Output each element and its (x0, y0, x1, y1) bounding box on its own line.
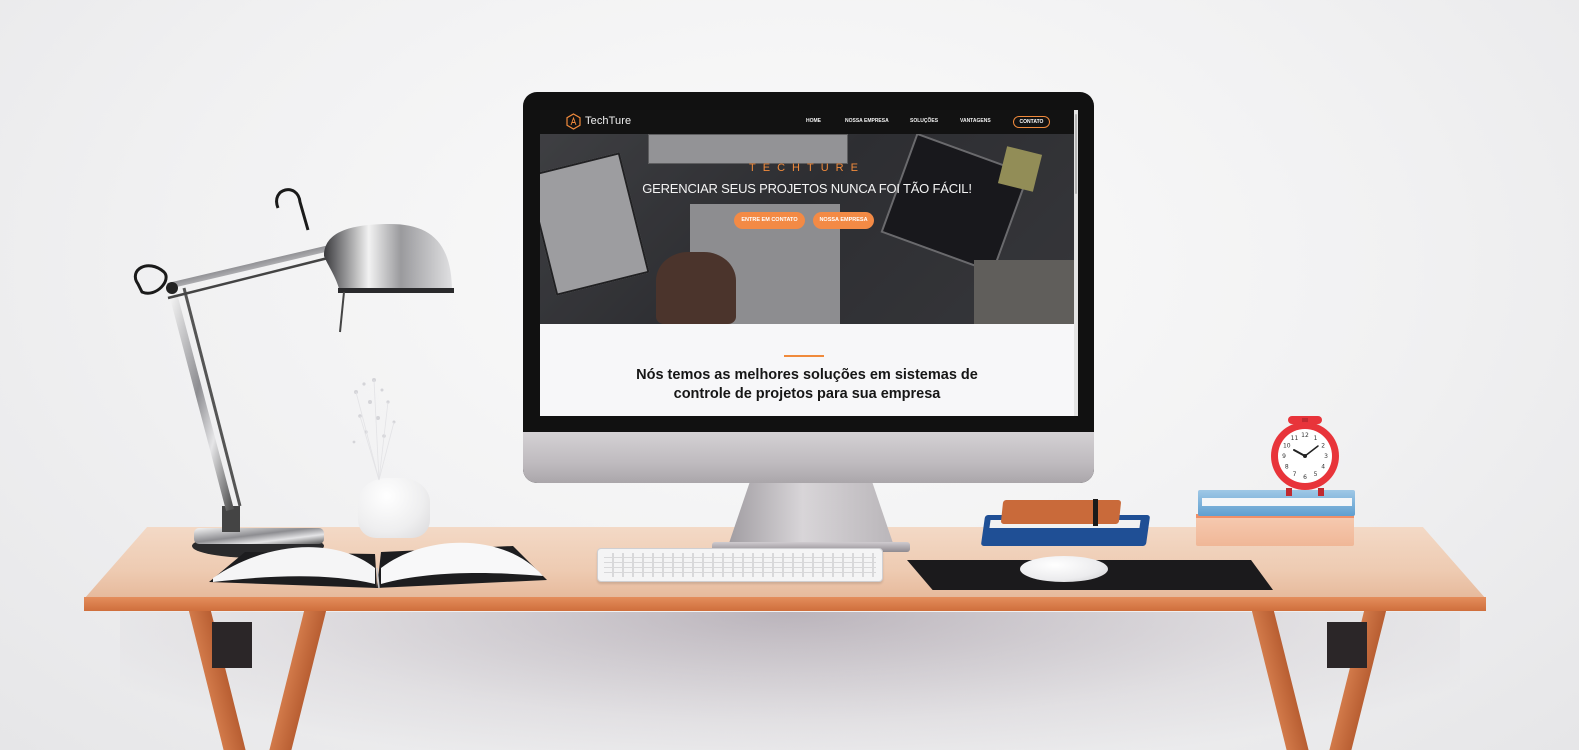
clock-numeral: 7 (1293, 471, 1297, 478)
desk-bracket-right (1327, 622, 1367, 668)
clock-numeral: 3 (1324, 453, 1328, 460)
clock-numeral: 5 (1314, 471, 1318, 478)
site-brand[interactable]: TechTure (585, 115, 631, 127)
hero-nossa-empresa-button[interactable]: NOSSA EMPRESA (813, 212, 874, 229)
alarm-clock: 12 12 3 45678 9 1011 (1271, 416, 1339, 496)
open-book (209, 542, 547, 589)
keyboard-keys (604, 553, 876, 577)
clock-numeral: 12 (1301, 432, 1309, 439)
blue-book-pages (1202, 498, 1352, 506)
clock-numeral: 2 (1321, 443, 1325, 450)
nav-nossa-empresa[interactable]: NOSSA EMPRESA (845, 118, 889, 124)
desk-edge (84, 597, 1486, 611)
clock-numeral: 8 (1285, 464, 1289, 471)
clock-numeral: 6 (1303, 474, 1307, 481)
nav-contato-button[interactable]: CONTATO (1013, 116, 1050, 128)
hero-entre-em-contato-button[interactable]: ENTRE EM CONTATO (734, 212, 805, 229)
notebook-elastic-band (1093, 499, 1098, 526)
section-title-line-2: controle de projetos para sua empresa (673, 386, 941, 402)
clock-numeral: 10 (1283, 443, 1291, 450)
section-title-line-1: Nós temos as melhores soluções em sistem… (636, 367, 978, 383)
section-accent-rule (784, 355, 824, 357)
dried-flowers (352, 378, 396, 481)
nav-home[interactable]: HOME (806, 118, 821, 124)
section-title: Nós temos as melhores soluções em sistem… (600, 366, 1014, 404)
desk-bracket-left (212, 622, 252, 668)
site-navbar: TechTure HOME NOSSA EMPRESA SOLUÇÕES VAN… (540, 110, 1074, 134)
pink-book (1196, 514, 1354, 546)
keyboard (597, 548, 883, 582)
clock-numeral: 4 (1321, 464, 1325, 471)
hero-banner: TECHTURE GERENCIAR SEUS PROJETOS NUNCA F… (540, 134, 1074, 324)
hero-headline: GERENCIAR SEUS PROJETOS NUNCA FOI TÃO FÁ… (642, 181, 972, 196)
nav-vantagens[interactable]: VANTAGENS (960, 118, 991, 124)
clock-numeral: 11 (1291, 435, 1299, 442)
hexagon-logo-icon (566, 113, 581, 130)
orange-notebook (1000, 500, 1122, 524)
nav-solucoes[interactable]: SOLUÇÕES (910, 118, 938, 124)
monitor-chin (523, 432, 1094, 483)
page-scrollbar-thumb[interactable] (1075, 114, 1077, 194)
hero-kicker: TECHTURE (749, 162, 865, 174)
clock-numeral: 9 (1282, 453, 1286, 460)
clock-numeral: 1 (1314, 435, 1318, 442)
monitor-screen: TechTure HOME NOSSA EMPRESA SOLUÇÕES VAN… (540, 110, 1078, 416)
mouse (1020, 556, 1108, 582)
